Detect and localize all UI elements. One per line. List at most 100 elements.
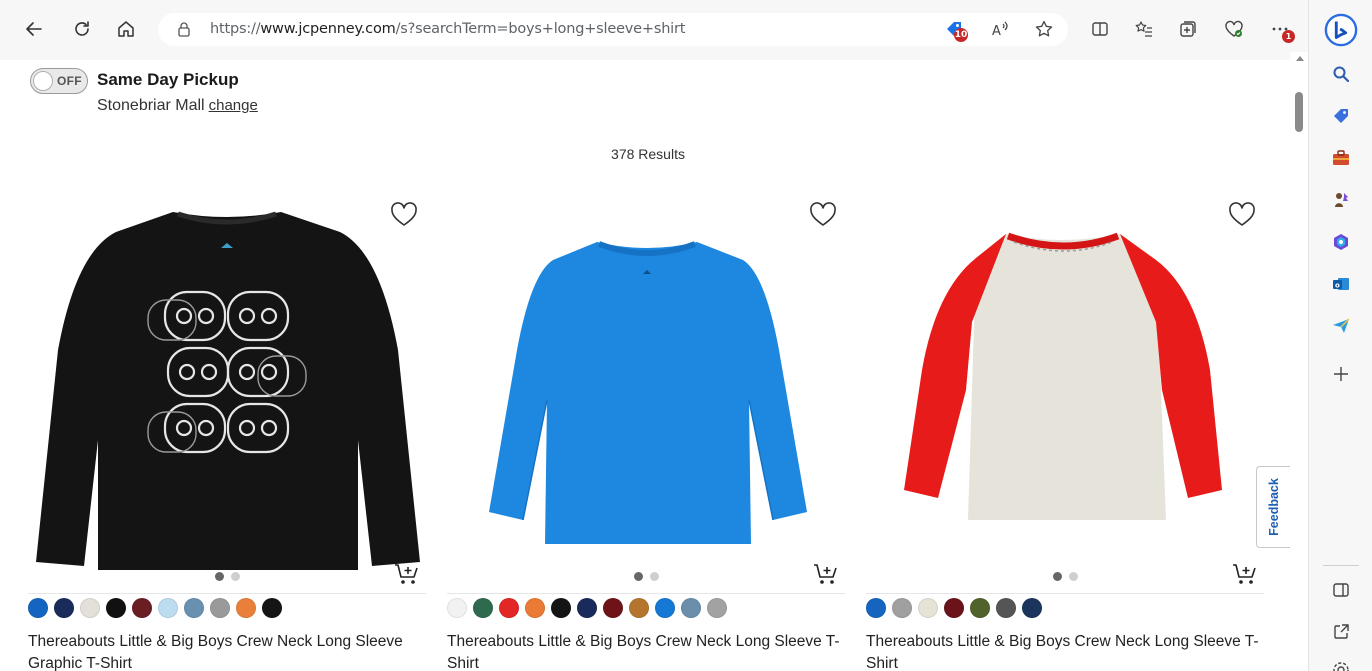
sidebar-open-external-button[interactable]: [1329, 620, 1353, 644]
color-swatch[interactable]: [28, 598, 48, 618]
sidebar-games-button[interactable]: [1329, 188, 1353, 212]
color-swatch[interactable]: [577, 598, 597, 618]
color-swatch[interactable]: [944, 598, 964, 618]
sidebar-office-button[interactable]: [1329, 230, 1353, 254]
outlook-icon: o: [1333, 278, 1349, 290]
read-aloud-icon: A: [992, 21, 1008, 39]
refresh-button[interactable]: [66, 13, 98, 45]
read-aloud-button[interactable]: A: [984, 13, 1016, 45]
collections-button[interactable]: [1172, 13, 1204, 45]
color-swatch[interactable]: [970, 598, 990, 618]
plus-icon: [1334, 367, 1348, 381]
address-bar[interactable]: https://www.jcpenney.com/s?searchTerm=bo…: [158, 13, 1068, 46]
sidebar-shopping-button[interactable]: [1329, 104, 1353, 128]
color-swatch[interactable]: [158, 598, 178, 618]
carousel-dot[interactable]: [633, 572, 643, 581]
color-swatch[interactable]: [655, 598, 675, 618]
color-swatch[interactable]: [681, 598, 701, 618]
product-name[interactable]: Thereabouts Little & Big Boys Crew Neck …: [28, 631, 426, 671]
product-card[interactable]: Thereabouts Little & Big Boys Crew Neck …: [866, 190, 1264, 671]
color-swatch[interactable]: [54, 598, 74, 618]
menu-badge: 1: [1282, 30, 1295, 43]
external-link-icon: [1334, 624, 1349, 639]
carousel-dot[interactable]: [649, 572, 659, 581]
color-swatch[interactable]: [236, 598, 256, 618]
pickup-store: Stonebriar Mall change: [97, 97, 258, 115]
carousel-dot[interactable]: [1052, 572, 1062, 581]
add-to-cart-icon[interactable]: [394, 562, 420, 586]
extension-badge: 10: [954, 28, 968, 42]
sidebar-outlook-button[interactable]: o: [1329, 272, 1353, 296]
url-text[interactable]: https://www.jcpenney.com/s?searchTerm=bo…: [210, 21, 685, 37]
product-card[interactable]: Thereabouts Little & Big Boys Crew Neck …: [447, 190, 845, 671]
favorites-button[interactable]: [1128, 13, 1160, 45]
color-swatch[interactable]: [473, 598, 493, 618]
favorite-button[interactable]: [1028, 13, 1060, 45]
split-screen-button[interactable]: [1084, 13, 1116, 45]
change-store-link[interactable]: change: [209, 97, 258, 114]
color-swatches: [28, 598, 282, 618]
home-button[interactable]: [110, 13, 142, 45]
sidebar-tools-button[interactable]: [1329, 146, 1353, 170]
image-carousel-dots: [866, 572, 1264, 581]
scrollbar-thumb[interactable]: [1295, 92, 1303, 132]
same-day-pickup-toggle[interactable]: OFF: [30, 68, 88, 94]
feedback-label: Feedback: [1266, 478, 1281, 536]
sidebar-divider: [1323, 565, 1359, 566]
image-carousel-dots: [28, 572, 426, 581]
back-button[interactable]: [18, 13, 50, 45]
product-name[interactable]: Thereabouts Little & Big Boys Crew Neck …: [866, 631, 1264, 671]
color-swatch[interactable]: [1022, 598, 1042, 618]
product-card[interactable]: Thereabouts Little & Big Boys Crew Neck …: [28, 190, 426, 671]
color-swatch[interactable]: [210, 598, 230, 618]
store-name: Stonebriar Mall: [97, 97, 205, 114]
product-name[interactable]: Thereabouts Little & Big Boys Crew Neck …: [447, 631, 845, 671]
browser-toolbar: https://www.jcpenney.com/s?searchTerm=bo…: [0, 0, 1372, 60]
product-image-red-raglan-tee[interactable]: [866, 190, 1264, 570]
favorite-heart-icon[interactable]: [809, 202, 837, 228]
shopping-tag-icon: [1334, 109, 1348, 123]
sidebar-hide-button[interactable]: [1329, 578, 1353, 602]
carousel-dot[interactable]: [1068, 572, 1078, 581]
color-swatch[interactable]: [499, 598, 519, 618]
color-swatch[interactable]: [918, 598, 938, 618]
extension-button[interactable]: 10: [938, 13, 970, 45]
feedback-tab[interactable]: Feedback: [1256, 466, 1290, 548]
product-image-black-controller-graphic-tee[interactable]: [28, 190, 426, 570]
browser-essentials-button[interactable]: [1218, 13, 1250, 45]
color-swatch[interactable]: [106, 598, 126, 618]
color-swatch[interactable]: [707, 598, 727, 618]
color-swatch[interactable]: [603, 598, 623, 618]
color-swatch[interactable]: [866, 598, 886, 618]
carousel-dot[interactable]: [230, 572, 240, 581]
add-to-cart-icon[interactable]: [1232, 562, 1258, 586]
color-swatch[interactable]: [184, 598, 204, 618]
toolbox-icon: [1333, 150, 1349, 165]
image-carousel-dots: [447, 572, 845, 581]
collections-icon: [1180, 21, 1196, 37]
color-swatch[interactable]: [80, 598, 100, 618]
color-swatch[interactable]: [629, 598, 649, 618]
color-swatch[interactable]: [996, 598, 1016, 618]
page-scrollbar[interactable]: [1290, 52, 1308, 671]
heart-pulse-icon: [1225, 20, 1243, 37]
sidebar-search-button[interactable]: [1329, 62, 1353, 86]
color-swatch[interactable]: [892, 598, 912, 618]
color-swatch[interactable]: [132, 598, 152, 618]
sidebar-telegram-button[interactable]: [1329, 314, 1353, 338]
favorite-heart-icon[interactable]: [1228, 202, 1256, 228]
carousel-dot[interactable]: [214, 572, 224, 581]
sidebar-settings-button[interactable]: [1329, 658, 1353, 671]
favorite-heart-icon[interactable]: [390, 202, 418, 228]
color-swatch[interactable]: [525, 598, 545, 618]
bing-chat-button[interactable]: [1323, 12, 1359, 48]
sidebar-add-button[interactable]: [1329, 362, 1353, 386]
gear-icon: [1333, 662, 1349, 671]
settings-menu-button[interactable]: 1: [1264, 13, 1296, 45]
add-to-cart-icon[interactable]: [813, 562, 839, 586]
product-image-blue-long-sleeve-tee[interactable]: [447, 190, 845, 570]
scroll-up-arrow-icon[interactable]: [1296, 56, 1304, 61]
color-swatch[interactable]: [551, 598, 571, 618]
color-swatch[interactable]: [262, 598, 282, 618]
color-swatch[interactable]: [447, 598, 467, 618]
